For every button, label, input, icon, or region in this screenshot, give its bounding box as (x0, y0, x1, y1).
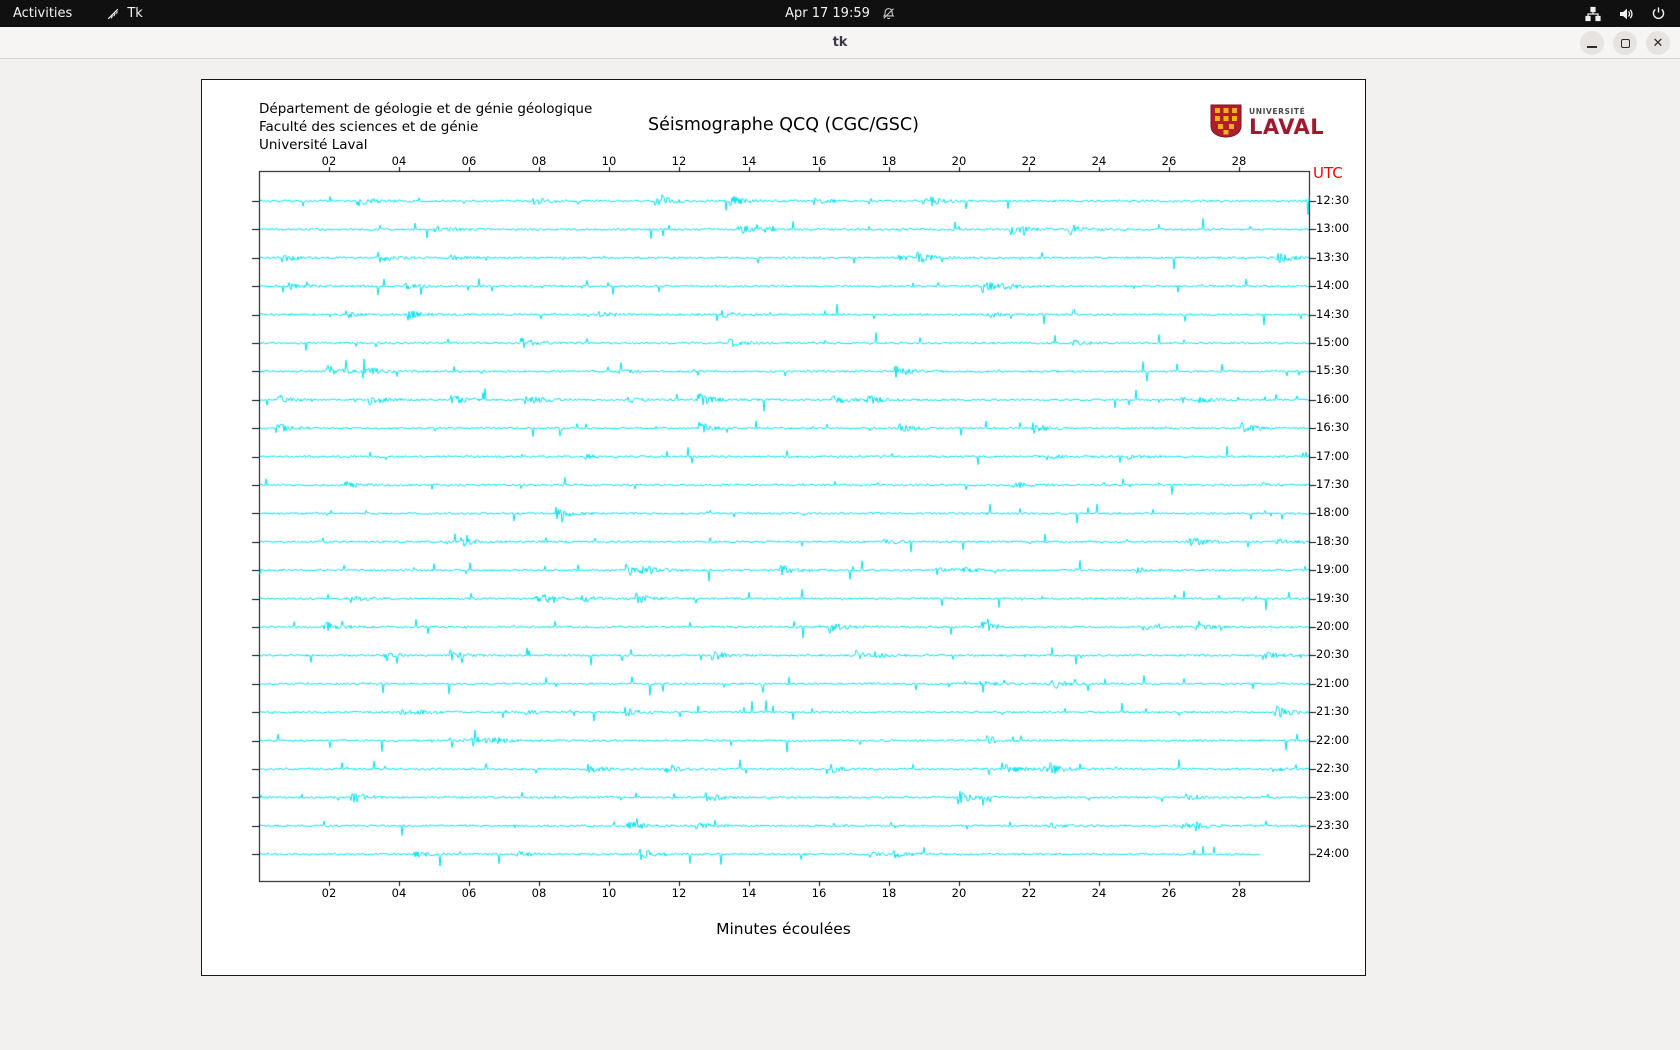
minimize-button[interactable] (1580, 31, 1604, 55)
x-tick-label: 28 (1231, 154, 1247, 168)
x-tick-label: 08 (531, 886, 547, 900)
x-tick-label: 12 (671, 154, 687, 168)
x-tick-label: 02 (321, 886, 337, 900)
x-tick-label: 22 (1021, 886, 1037, 900)
x-axis-title: Minutes écoulées (716, 920, 851, 938)
row-time-label: 21:00 (1316, 675, 1350, 690)
app-indicator-tk[interactable]: Tk (106, 0, 143, 27)
row-time-label: 13:00 (1316, 221, 1350, 236)
row-time-label: 18:00 (1316, 505, 1350, 520)
x-tick-label: 18 (881, 886, 897, 900)
x-tick-label: 18 (881, 154, 897, 168)
window-content: Département de géologie et de génie géol… (0, 59, 1680, 1050)
utc-label: UTC (1313, 164, 1343, 182)
row-time-label: 23:30 (1316, 817, 1350, 832)
row-time-label: 22:30 (1316, 761, 1350, 775)
row-time-label: 20:00 (1316, 619, 1350, 633)
row-time-label: 18:30 (1316, 533, 1350, 548)
x-tick-label: 10 (601, 886, 617, 900)
row-time-label: 19:30 (1316, 590, 1350, 605)
x-tick-label: 12 (671, 886, 687, 900)
activities-button[interactable]: Activities (13, 0, 72, 27)
x-tick-label: 08 (531, 154, 547, 168)
row-time-label: 12:30 (1316, 193, 1350, 207)
x-tick-label: 26 (1161, 886, 1177, 900)
x-tick-label: 22 (1021, 154, 1037, 168)
row-time-label: 24:00 (1316, 846, 1350, 861)
laval-logo: UNIVERSITÉ LAVAL (1210, 104, 1324, 142)
x-tick-label: 20 (951, 154, 967, 168)
clock-menu[interactable]: Apr 17 19:59 (785, 0, 895, 27)
close-icon: ✕ (1652, 35, 1664, 51)
x-tick-label: 26 (1161, 154, 1177, 168)
row-time-label: 17:30 (1316, 477, 1350, 491)
row-time-label: 14:30 (1316, 306, 1350, 321)
x-tick-label: 02 (321, 154, 337, 168)
x-tick-label: 28 (1231, 886, 1247, 900)
seismogram-canvas (202, 80, 1367, 977)
window-title: tk (832, 35, 848, 50)
x-tick-label: 14 (741, 154, 757, 168)
x-tick-label: 06 (461, 154, 477, 168)
row-time-label: 16:30 (1316, 420, 1350, 435)
notifications-off-icon (882, 7, 895, 20)
x-tick-label: 16 (811, 886, 827, 900)
x-tick-label: 24 (1091, 154, 1107, 168)
row-time-label: 15:30 (1316, 363, 1350, 378)
header-line: Université Laval (259, 137, 368, 153)
figure: Département de géologie et de génie géol… (201, 79, 1367, 977)
app-indicator-label: Tk (127, 6, 143, 21)
laval-logo-text: UNIVERSITÉ LAVAL (1249, 107, 1324, 138)
laval-logo-line2: LAVAL (1249, 115, 1325, 140)
x-tick-label: 10 (601, 154, 617, 168)
laval-shield-icon (1210, 104, 1242, 142)
x-tick-label: 04 (391, 154, 407, 168)
row-time-label: 14:00 (1316, 278, 1350, 293)
clock-label: Apr 17 19:59 (785, 6, 870, 21)
figure-title: Séismographe QCQ (CGC/GSC) (648, 115, 919, 135)
row-time-label: 22:00 (1316, 732, 1350, 747)
row-time-label: 23:00 (1316, 789, 1350, 804)
row-time-label: 16:00 (1316, 391, 1350, 406)
volume-icon[interactable] (1618, 6, 1634, 22)
x-tick-label: 24 (1091, 886, 1107, 900)
x-tick-label: 20 (951, 886, 967, 900)
power-icon[interactable] (1651, 6, 1666, 21)
x-tick-label: 16 (811, 154, 827, 168)
top-bar: Activities Tk Apr 17 19:59 (0, 0, 1680, 27)
row-time-label: 13:30 (1316, 249, 1350, 264)
minimize-icon (1587, 45, 1597, 48)
row-time-label: 19:00 (1316, 562, 1350, 577)
network-icon[interactable] (1585, 6, 1601, 22)
row-time-label: 17:00 (1316, 448, 1350, 463)
window-titlebar[interactable]: tk ✕ (0, 27, 1680, 59)
x-tick-label: 06 (461, 886, 477, 900)
maximize-button[interactable] (1613, 31, 1637, 55)
row-time-label: 21:30 (1316, 704, 1350, 719)
x-tick-label: 04 (391, 886, 407, 900)
maximize-icon (1620, 38, 1630, 48)
x-tick-label: 14 (741, 886, 757, 900)
row-time-label: 15:00 (1316, 335, 1350, 349)
tk-feather-icon (106, 7, 120, 21)
close-button[interactable]: ✕ (1646, 31, 1670, 55)
row-time-label: 20:30 (1316, 647, 1350, 662)
